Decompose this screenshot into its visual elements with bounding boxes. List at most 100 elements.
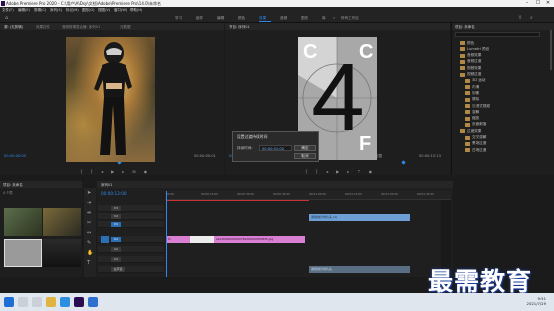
step-forward-icon[interactable]: ▸ (122, 169, 124, 175)
tab-audio-clip-mixer[interactable]: 音频剪辑混合器: 序列01 (62, 25, 100, 30)
effects-tree-item[interactable]: Lumetri 预设 (452, 46, 554, 52)
ripple-edit-tool-icon[interactable]: ⇹ (87, 210, 91, 216)
home-icon[interactable]: ⌂ (5, 15, 8, 21)
tab-sequence[interactable]: 序列01 (101, 183, 112, 188)
track-header-v2[interactable]: V2 (98, 213, 164, 220)
tab-project[interactable]: 项目: 未命名 (455, 25, 475, 30)
search-icon[interactable]: ⌕ (530, 15, 533, 21)
tab-metadata[interactable]: 元数据 (120, 25, 131, 30)
step-forward-icon[interactable]: ▸ (347, 169, 349, 175)
workspace-tab-audio[interactable]: 音频 (280, 16, 287, 21)
track-header-a3[interactable]: A3 (98, 256, 164, 263)
hand-tool-icon[interactable]: ✋ (87, 250, 93, 256)
export-frame-icon[interactable]: ◉ (369, 169, 373, 175)
effects-scrollbar[interactable] (550, 30, 552, 70)
effects-tree-item[interactable]: 颜色 (452, 40, 554, 46)
effects-tree-item[interactable]: 沉浸式视频 (452, 103, 554, 109)
bin-item-sequence[interactable] (43, 239, 81, 267)
export-frame-icon[interactable]: ◉ (144, 169, 148, 175)
track-header-v3[interactable]: V3 (98, 205, 164, 212)
timeline-ruler[interactable]: 00:00 00:00:15:00 00:00:30:00 00:00:45:0… (165, 191, 451, 200)
effects-tree-item[interactable]: 过渡效果 (452, 128, 554, 134)
effects-tree-item[interactable]: 溶解 (452, 109, 554, 115)
type-tool-icon[interactable]: T (87, 260, 90, 266)
track-select-tool-icon[interactable]: ⇥ (87, 200, 91, 206)
close-button[interactable]: ✕ (543, 0, 553, 7)
effects-tree-item[interactable]: 黑场过渡 (452, 141, 554, 147)
workspace-overflow-button[interactable]: » (333, 16, 335, 20)
effects-tree-item[interactable]: 视频过渡 (452, 72, 554, 78)
ok-button[interactable]: 确定 (294, 145, 316, 151)
tab-source[interactable]: 源: (无剪辑) (4, 25, 23, 30)
effects-search-input[interactable] (455, 32, 540, 37)
workspace-tab-libraries[interactable]: 库 (322, 16, 326, 21)
edge-icon[interactable] (60, 297, 70, 307)
folder-icon (460, 41, 465, 45)
timeline-timecode[interactable]: 00:00:13:00 (101, 191, 127, 196)
effects-tree-item[interactable]: 缩放 (452, 116, 554, 122)
selection-tool-icon[interactable]: ➤ (87, 190, 91, 196)
workspace-all-menu[interactable]: 所有工作区 (341, 16, 359, 21)
slip-tool-icon[interactable]: ↔ (87, 230, 91, 236)
track-header-master[interactable]: 主声道 (98, 266, 164, 273)
workspace-tab-editing[interactable]: 编辑 (217, 16, 224, 21)
effects-tree-label: 音频过渡 (467, 59, 482, 64)
mark-out-icon[interactable]: } (316, 169, 319, 175)
track-header-v1[interactable]: V1 (98, 221, 164, 228)
search-icon[interactable] (18, 297, 28, 307)
bin-item-photo-1[interactable] (4, 208, 42, 236)
play-icon[interactable]: ▶ (111, 169, 114, 175)
tab-program[interactable]: 节目: 序列01 (229, 25, 250, 30)
effects-tree-item[interactable]: 视频效果 (452, 65, 554, 71)
effects-tree-item[interactable]: 音频过渡 (452, 59, 554, 65)
pen-tool-icon[interactable]: ✎ (87, 240, 91, 246)
step-back-icon[interactable]: ◂ (326, 169, 328, 175)
bin-item-countdown[interactable] (4, 239, 42, 267)
clip-countdown-v2[interactable]: 通用倒计时片头 (1) (309, 214, 410, 221)
clip-countdown-a1[interactable]: 通用倒计时片头 (309, 266, 410, 273)
effects-tree-item[interactable]: 交叉溶解 (452, 135, 554, 141)
minimize-button[interactable]: – (522, 0, 532, 7)
share-icon[interactable]: ⇪ (518, 15, 522, 21)
tab-bin-project[interactable]: 项目: 未命名 (3, 183, 23, 188)
track-header-a2[interactable]: A2 (98, 246, 164, 253)
play-icon[interactable]: ▶ (336, 169, 339, 175)
effects-tree-item[interactable]: 音频效果 (452, 53, 554, 59)
timeline-playhead[interactable] (166, 191, 167, 277)
workspace-tab-assembly[interactable]: 组件 (196, 16, 203, 21)
effects-tree-item[interactable]: 白场过渡 (452, 147, 554, 153)
insert-icon[interactable]: ⊞ (132, 169, 135, 175)
step-back-icon[interactable]: ◂ (101, 169, 103, 175)
qq-icon[interactable] (88, 297, 98, 307)
program-playhead[interactable] (401, 160, 406, 165)
workspace-tab-color[interactable]: 颜色 (238, 16, 245, 21)
source-patch-v1[interactable] (101, 236, 109, 243)
clip-image-v1[interactable]: ab1000000000078200000000fbf5.jpg (214, 236, 305, 243)
maximize-button[interactable]: ☐ (533, 0, 543, 7)
bin-item-photo-2[interactable] (43, 208, 81, 236)
effects-tree-item[interactable]: 3D 运动 (452, 78, 554, 84)
effects-tree-item[interactable]: 擦除 (452, 97, 554, 103)
mark-in-icon[interactable]: { (305, 169, 308, 175)
cancel-button[interactable]: 取消 (294, 153, 316, 159)
source-timecode[interactable]: 00:00:00:00 (4, 154, 26, 158)
effects-tree-item[interactable]: 页面剥落 (452, 122, 554, 128)
effects-tree-item[interactable]: 内滑 (452, 84, 554, 90)
workspace-tab-graphics[interactable]: 图形 (301, 16, 308, 21)
clip-fx-v1[interactable]: fx (166, 236, 190, 243)
duration-input[interactable]: 00:00:01:00 (259, 145, 292, 151)
premiere-taskbar-icon[interactable] (74, 297, 84, 307)
razor-tool-icon[interactable]: ✂ (87, 220, 91, 226)
clip-transition[interactable] (190, 236, 214, 243)
task-view-icon[interactable] (32, 297, 42, 307)
file-explorer-icon[interactable] (46, 297, 56, 307)
clock-date: 2021/7/29 (526, 301, 546, 306)
mark-in-icon[interactable]: { (80, 169, 83, 175)
mark-out-icon[interactable]: } (91, 169, 94, 175)
workspace-tab-learn[interactable]: 学习 (175, 16, 182, 21)
tab-effect-controls[interactable]: 效果控件 (36, 25, 50, 30)
lift-icon[interactable]: ⇡ (357, 169, 360, 175)
effects-tree-item[interactable]: 划像 (452, 90, 554, 96)
start-icon[interactable] (4, 297, 14, 307)
effects-tree-label: 黑场过渡 (472, 141, 487, 146)
